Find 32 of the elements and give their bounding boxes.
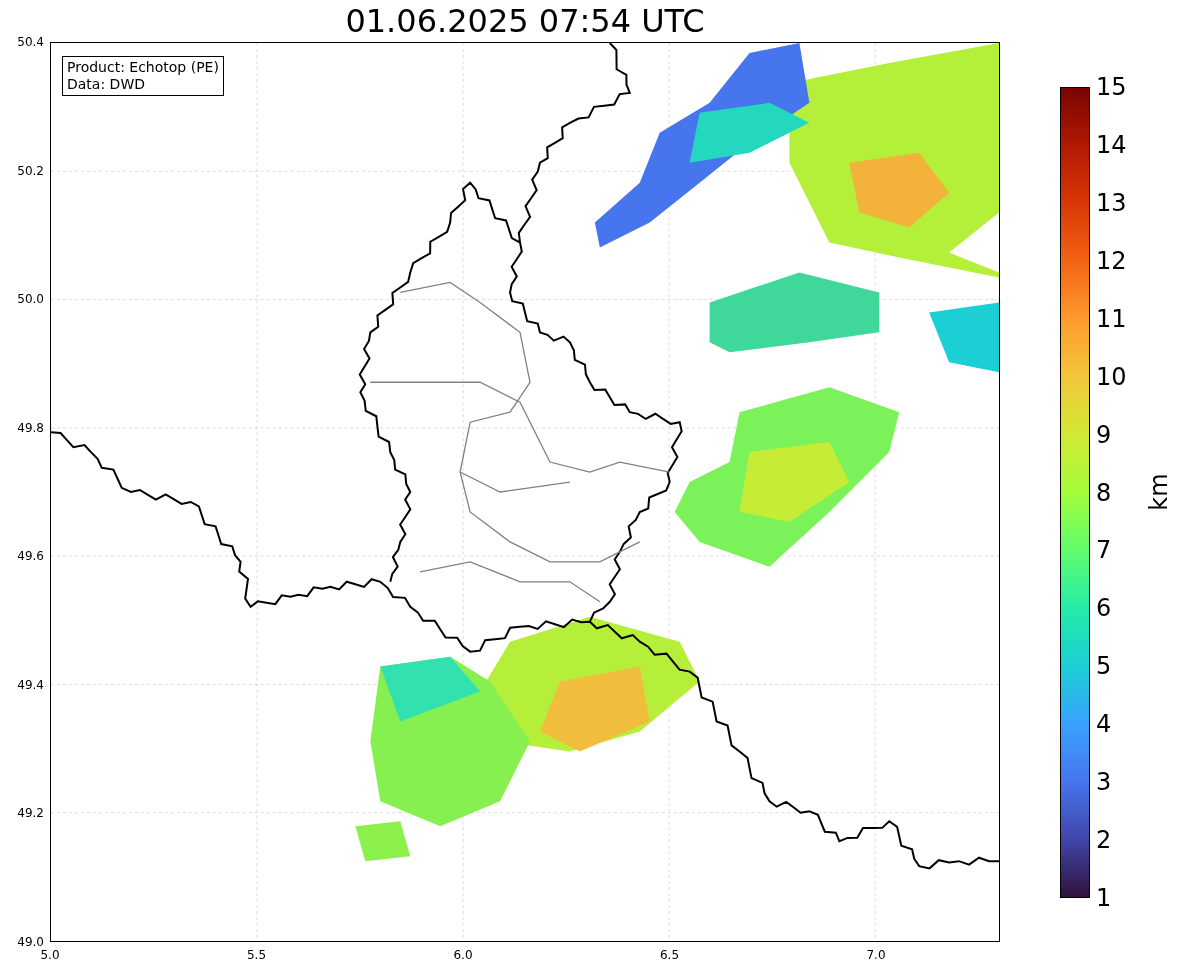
- colorbar-tick-label: 12: [1096, 248, 1127, 273]
- axis-tick-label: 50.0: [17, 293, 44, 306]
- axis-tick-label: 49.0: [17, 936, 44, 948]
- colorbar-tick-label: 4: [1096, 712, 1112, 737]
- colorbar-tick-label: 3: [1096, 770, 1112, 795]
- axis-tick-label: 49.8: [17, 421, 44, 434]
- colorbar-tick-label: 14: [1096, 132, 1127, 157]
- info-text: Data: DWD: [67, 76, 146, 93]
- colorbar-tick-label: 10: [1096, 364, 1127, 389]
- colorbar-tick-label: 8: [1096, 480, 1112, 505]
- colorbar-tick-label: 7: [1096, 538, 1112, 563]
- axis-tick-label: 50.2: [17, 164, 44, 177]
- axis-tick-label: 49.2: [17, 807, 44, 820]
- axis-tick-label: 5.5: [246, 949, 267, 961]
- chart-title: 01.06.2025 07:54 UTC: [344, 5, 706, 37]
- colorbar-tick-label: 5: [1096, 654, 1112, 679]
- axis-tick-label: 6.5: [659, 949, 680, 961]
- colorbar-tick-label: 9: [1096, 422, 1112, 447]
- colorbar-tick-label: 6: [1096, 596, 1112, 621]
- axis-tick-label: 49.6: [17, 550, 44, 563]
- colorbar-label: km: [1146, 473, 1171, 511]
- axis-tick-label: 7.0: [866, 949, 886, 961]
- axis-tick-label: 6.0: [453, 949, 473, 961]
- info-text: Product: Echotop (PE): [67, 59, 219, 76]
- axis-tick-label: 49.4: [17, 678, 44, 691]
- colorbar-tick-label: 13: [1096, 190, 1127, 215]
- colorbar-tick-label: 2: [1096, 828, 1112, 853]
- colorbar-tick-label: 1: [1096, 886, 1112, 910]
- axis-tick-label: 5.0: [40, 949, 60, 961]
- axis-tick-label: 50.4: [17, 36, 44, 48]
- colorbar-tick-label: 15: [1096, 75, 1127, 99]
- colorbar-tick-label: 11: [1096, 306, 1127, 331]
